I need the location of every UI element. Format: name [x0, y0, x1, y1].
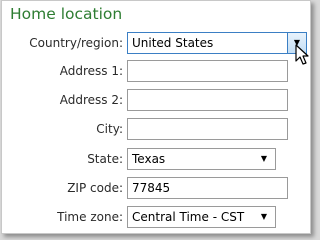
mouse-pointer-icon — [295, 44, 309, 65]
state-value: Texas — [132, 152, 166, 166]
section-title: Home location — [10, 5, 123, 23]
address2-input[interactable] — [127, 89, 288, 111]
state-label: State: — [87, 152, 123, 166]
home-location-panel: Home location Country/region: United Sta… — [1, 0, 311, 234]
address2-label: Address 2: — [59, 93, 123, 107]
country-label: Country/region: — [29, 36, 123, 50]
chevron-down-icon[interactable]: ▼ — [258, 211, 270, 223]
country-value: United States — [132, 36, 214, 50]
country-select[interactable]: United States ▼ — [127, 32, 307, 54]
address1-label: Address 1: — [59, 64, 123, 78]
timezone-label: Time zone: — [57, 210, 123, 224]
chevron-down-icon[interactable]: ▼ — [258, 153, 270, 165]
zip-input[interactable]: 77845 — [127, 177, 288, 199]
timezone-value: Central Time - CST — [132, 210, 245, 224]
timezone-select[interactable]: Central Time - CST ▼ — [127, 206, 276, 228]
address1-input[interactable] — [127, 60, 288, 82]
zip-label: ZIP code: — [67, 181, 123, 195]
city-input[interactable] — [127, 118, 288, 140]
state-select[interactable]: Texas ▼ — [127, 148, 276, 170]
city-label: City: — [96, 122, 123, 136]
